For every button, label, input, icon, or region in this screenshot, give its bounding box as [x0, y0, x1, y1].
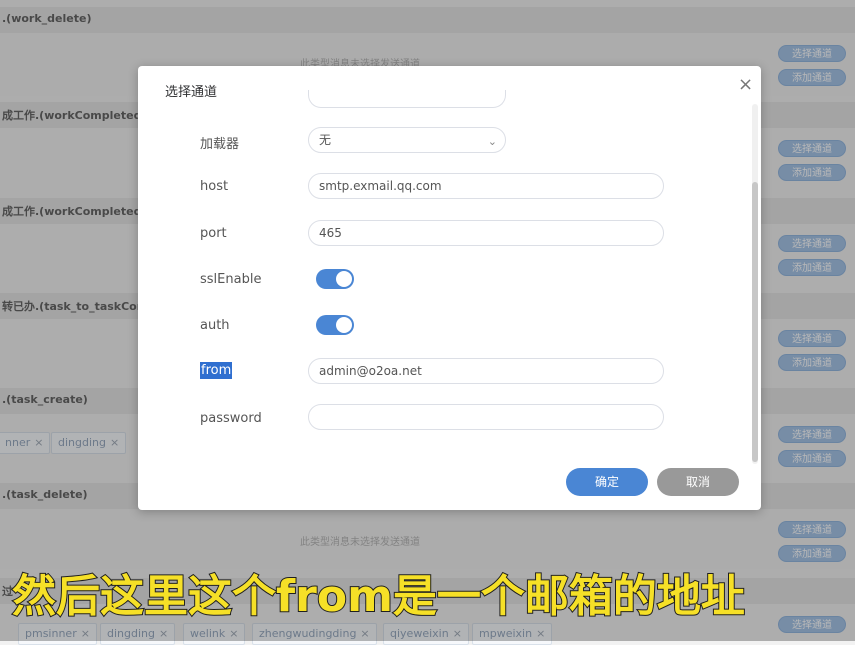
- toggle-knob: [336, 271, 352, 287]
- host-label: host: [200, 179, 229, 194]
- confirm-button[interactable]: 确定: [566, 468, 648, 496]
- from-label: from: [200, 362, 233, 379]
- password-input[interactable]: [308, 404, 664, 430]
- dialog-title: 选择通道: [165, 85, 218, 100]
- sslenable-label: sslEnable: [200, 272, 262, 287]
- chevron-down-icon: ⌄: [487, 135, 497, 148]
- port-label: port: [200, 226, 227, 241]
- encryptor-select[interactable]: 无 ⌄: [308, 127, 506, 153]
- video-subtitle: 然后这里这个from是一个邮箱的地址: [11, 570, 746, 623]
- encryptor-label: 加载器: [200, 137, 240, 152]
- from-input[interactable]: admin@o2oa.net: [308, 358, 664, 384]
- scroll-thumb[interactable]: [752, 182, 758, 462]
- scrolled-field: [308, 90, 506, 108]
- select-channel-dialog: 选择通道 × 加载器 无 ⌄ host smtp.exmail.qq.com p…: [138, 66, 761, 510]
- toggle-knob: [336, 317, 352, 333]
- host-input[interactable]: smtp.exmail.qq.com: [308, 173, 664, 199]
- close-icon[interactable]: ×: [738, 74, 753, 95]
- password-label: password: [200, 411, 262, 426]
- sslenable-toggle[interactable]: [316, 269, 354, 289]
- cancel-button[interactable]: 取消: [657, 468, 739, 496]
- encryptor-value: 无: [319, 133, 332, 147]
- dialog-scrollbar[interactable]: [752, 104, 758, 464]
- auth-label: auth: [200, 318, 230, 333]
- port-input[interactable]: 465: [308, 220, 664, 246]
- auth-toggle[interactable]: [316, 315, 354, 335]
